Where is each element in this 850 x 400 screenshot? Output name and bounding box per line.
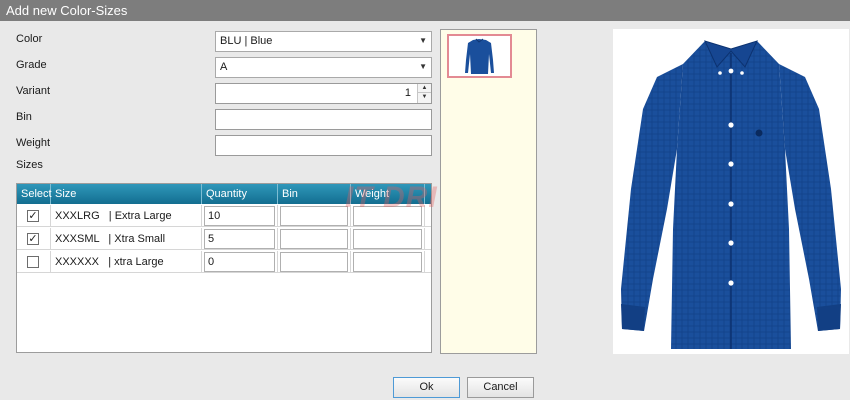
chevron-down-icon: ▼ [419, 36, 427, 45]
variant-label: Variant [16, 85, 51, 97]
select-checkbox[interactable] [27, 256, 39, 268]
weight-cell-input[interactable] [353, 229, 422, 249]
table-row: XXXXXX | xtra Large 0 [17, 251, 431, 273]
bin-cell [278, 205, 351, 227]
bin-cell [278, 228, 351, 250]
sizes-label: Sizes [16, 159, 43, 171]
size-cell: XXXXXX | xtra Large [51, 251, 202, 273]
grade-value: A [220, 61, 228, 73]
variant-stepper[interactable]: 1 ▲ ▼ [215, 83, 432, 104]
column-header-size[interactable]: Size [51, 184, 202, 204]
bin-label: Bin [16, 111, 32, 123]
grade-dropdown[interactable]: A ▼ [215, 57, 432, 78]
weight-cell-input[interactable] [353, 252, 422, 272]
chevron-down-icon: ▼ [419, 62, 427, 71]
bin-cell-input[interactable] [280, 252, 348, 272]
quantity-cell: 0 [202, 251, 278, 273]
dialog-title: Add new Color-Sizes [0, 0, 850, 21]
ok-button[interactable]: Ok [393, 377, 460, 398]
select-cell [17, 251, 51, 273]
size-cell: XXXSML | Xtra Small [51, 228, 202, 250]
size-text: XXXXXX | xtra Large [55, 256, 164, 268]
weight-input[interactable] [215, 135, 432, 156]
shirt-thumbnail-image [465, 38, 494, 74]
bin-cell-input[interactable] [280, 206, 348, 226]
check-icon: ✓ [28, 210, 38, 222]
select-cell: ✓ [17, 205, 51, 227]
cancel-button[interactable]: Cancel [467, 377, 534, 398]
color-label: Color [16, 33, 43, 45]
column-header-bin[interactable]: Bin [278, 184, 351, 204]
column-header-select[interactable]: Select [17, 184, 52, 204]
quantity-input[interactable]: 10 [204, 206, 275, 226]
select-checkbox[interactable]: ✓ [27, 210, 39, 222]
variant-value: 1 [404, 87, 411, 99]
size-text: XXXSML | Xtra Small [55, 233, 166, 245]
grade-label: Grade [16, 59, 47, 71]
check-icon: ✓ [28, 233, 38, 245]
quantity-input[interactable]: 5 [204, 229, 275, 249]
bin-input[interactable] [215, 109, 432, 130]
image-thumbnail-panel [440, 29, 537, 354]
size-text: XXXLRG | Extra Large [55, 210, 172, 222]
column-header-quantity[interactable]: Quantity [202, 184, 278, 204]
bin-cell-input[interactable] [280, 229, 348, 249]
color-dropdown[interactable]: BLU | Blue ▼ [215, 31, 432, 52]
table-row: ✓ XXXSML | Xtra Small 5 [17, 228, 431, 250]
select-cell: ✓ [17, 228, 51, 250]
bin-cell [278, 251, 351, 273]
quantity-cell: 5 [202, 228, 278, 250]
quantity-value: 10 [208, 210, 221, 222]
quantity-input[interactable]: 0 [204, 252, 275, 272]
color-value: BLU | Blue [220, 35, 273, 47]
select-checkbox[interactable]: ✓ [27, 233, 39, 245]
weight-cell [351, 228, 425, 250]
quantity-value: 5 [208, 233, 215, 245]
size-cell: XXXLRG | Extra Large [51, 205, 202, 227]
spin-down-icon[interactable]: ▼ [418, 93, 431, 102]
shirt-image [621, 40, 841, 349]
product-image [613, 29, 849, 354]
spin-up-icon[interactable]: ▲ [418, 84, 431, 93]
weight-label: Weight [16, 137, 51, 149]
shirt-thumbnail[interactable] [447, 34, 512, 78]
variant-spinner: ▲ ▼ [417, 84, 431, 103]
quantity-cell: 10 [202, 205, 278, 227]
quantity-value: 0 [208, 256, 215, 268]
weight-cell [351, 251, 425, 273]
